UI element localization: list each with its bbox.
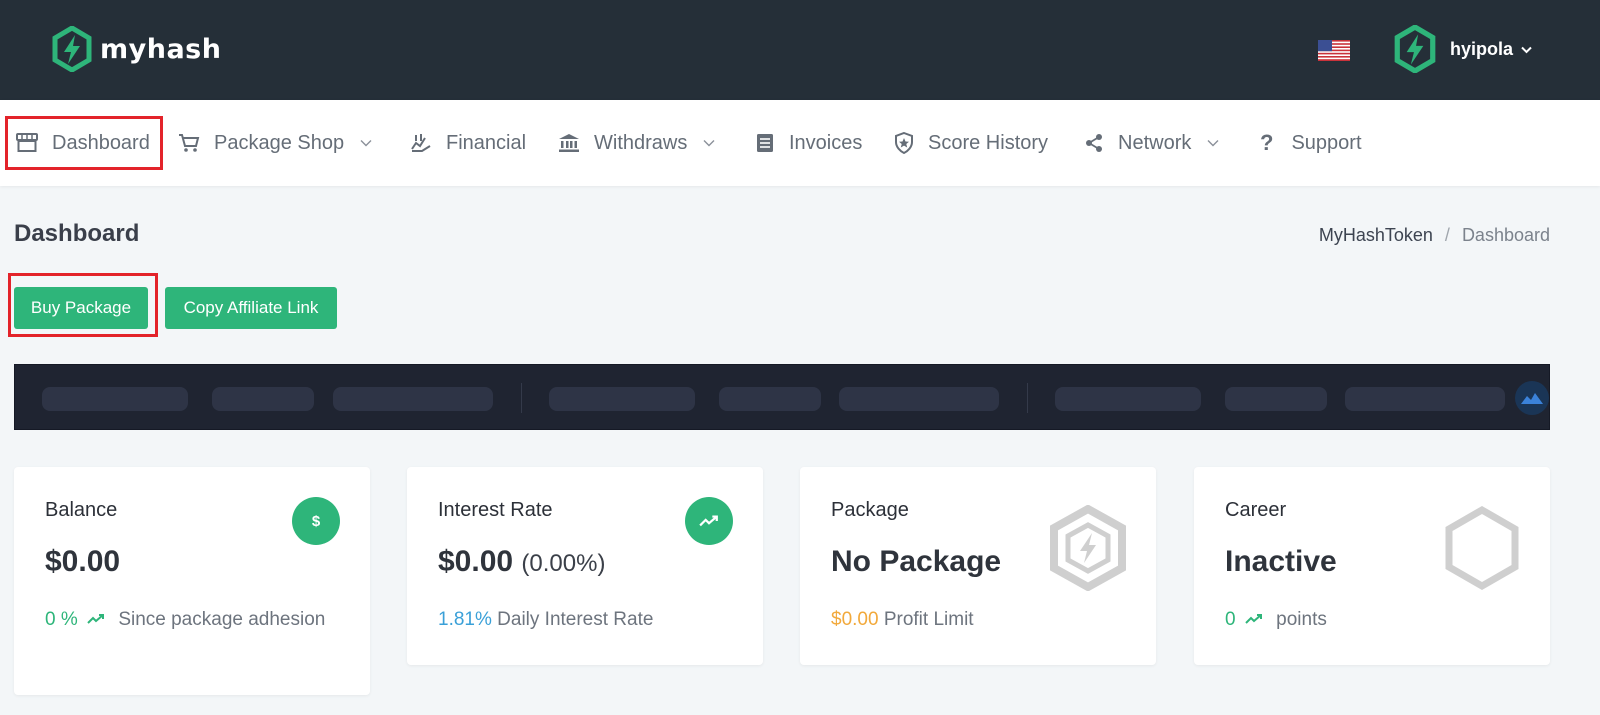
package-stat: $0.00 — [831, 609, 879, 630]
shield-star-icon — [895, 132, 913, 154]
nav-item-withdraws[interactable]: Withdraws — [558, 124, 729, 162]
hexagon-bolt-icon — [1050, 505, 1126, 591]
balance-foot-text: Since package adhesion — [118, 609, 326, 630]
breadcrumb-home[interactable]: MyHashToken — [1319, 225, 1433, 246]
bank-icon — [559, 134, 579, 152]
user-avatar-icon — [1394, 25, 1436, 73]
store-icon — [16, 133, 38, 152]
nav-item-dashboard[interactable]: Dashboard — [5, 116, 163, 170]
ticker-divider — [1027, 383, 1028, 413]
ticker-divider — [521, 383, 522, 413]
career-stat: 0 — [1225, 609, 1236, 630]
breadcrumb-current: Dashboard — [1461, 225, 1550, 245]
package-foot-text: Profit Limit — [883, 609, 974, 630]
ticker-placeholder — [1345, 387, 1505, 411]
balance-stat: 0 % — [45, 609, 78, 630]
card-title: Interest Rate — [438, 499, 553, 521]
chevron-down-icon — [1521, 43, 1532, 57]
user-menu[interactable]: hyipola — [1394, 24, 1532, 74]
card-title: Balance — [45, 499, 118, 521]
cloud-icon[interactable] — [1515, 381, 1549, 415]
dollar-icon: $ — [292, 497, 340, 545]
page-title: Dashboard — [14, 220, 140, 247]
share-icon — [1086, 134, 1102, 152]
interest-footnote: 1.81% Daily Interest Rate — [438, 605, 728, 635]
card-title: Package — [831, 499, 909, 521]
nav-item-financial[interactable]: Financial — [410, 124, 526, 162]
interest-value: $0.00 (0.00%) — [438, 545, 605, 579]
nav-label-financial: Financial — [446, 131, 527, 154]
interest-amount: $0.00 — [438, 545, 514, 578]
ticker-placeholder — [333, 387, 493, 411]
logo-bolt-icon — [52, 26, 92, 72]
interest-foot-text: Daily Interest Rate — [497, 609, 654, 630]
us-flag-icon[interactable] — [1318, 40, 1350, 61]
price-ticker — [14, 364, 1550, 430]
ticker-placeholder — [42, 387, 188, 411]
ticker-placeholder — [1055, 387, 1201, 411]
brand-name: myhash — [100, 33, 222, 65]
nav-item-score-history[interactable]: Score History — [894, 124, 1048, 162]
buy-package-button[interactable]: Buy Package — [14, 287, 148, 329]
breadcrumb: MyHashToken / Dashboard — [1319, 225, 1550, 246]
top-bar: myhash hyipola — [0, 0, 1600, 100]
nav-item-package-shop[interactable]: Package Shop — [178, 124, 386, 162]
nav-item-invoices[interactable]: Invoices — [755, 124, 862, 162]
interest-stat: 1.81% — [438, 609, 492, 630]
balance-card: Balance $ $0.00 0 % Since package adhesi… — [14, 467, 370, 695]
question-icon: ? — [1260, 130, 1274, 155]
nav-item-network[interactable]: Network — [1084, 124, 1233, 162]
nav-label-network: Network — [1118, 131, 1192, 154]
balance-value: $0.00 — [45, 545, 121, 578]
trending-up-icon — [1245, 614, 1262, 624]
balance-footnote: 0 % Since package adhesion — [45, 605, 335, 635]
ticker-placeholder — [1225, 387, 1327, 411]
main-nav: Dashboard Package Shop Financial Withdra… — [0, 100, 1600, 186]
card-title: Career — [1225, 499, 1287, 521]
career-footnote: 0 points — [1225, 605, 1515, 635]
package-value: No Package — [831, 545, 1002, 578]
ticker-placeholder — [549, 387, 695, 411]
chevron-down-icon — [360, 139, 386, 147]
nav-label-package-shop: Package Shop — [214, 131, 345, 154]
nav-label-withdraws: Withdraws — [594, 131, 688, 154]
nav-label-support: Support — [1291, 131, 1362, 154]
chart-hand-icon — [411, 134, 431, 152]
brand-logo[interactable]: myhash — [52, 26, 221, 72]
career-card: Career Inactive 0 points — [1194, 467, 1550, 665]
nav-item-support[interactable]: ? Support — [1260, 124, 1362, 162]
package-footnote: $0.00 Profit Limit — [831, 605, 1121, 635]
ticker-placeholder — [212, 387, 314, 411]
ticker-placeholder — [839, 387, 999, 411]
chevron-down-icon — [1207, 139, 1233, 147]
career-foot-text: points — [1276, 609, 1327, 630]
chevron-down-icon — [703, 139, 729, 147]
hexagon-icon — [1445, 505, 1519, 591]
nav-label-score-history: Score History — [928, 131, 1049, 154]
copy-affiliate-link-button[interactable]: Copy Affiliate Link — [165, 287, 337, 329]
cart-icon — [179, 134, 200, 152]
nav-label-dashboard: Dashboard — [52, 131, 150, 154]
career-value: Inactive — [1225, 545, 1337, 578]
ticker-placeholder — [719, 387, 821, 411]
user-name: hyipola — [1450, 38, 1514, 59]
trending-up-icon — [685, 497, 733, 545]
interest-percent: (0.00%) — [521, 550, 606, 577]
package-card: Package No Package $0.00 Profit Limit — [800, 467, 1156, 665]
document-icon — [757, 134, 773, 152]
nav-label-invoices: Invoices — [789, 131, 863, 154]
interest-rate-card: Interest Rate $0.00 (0.00%) 1.81% Daily … — [407, 467, 763, 665]
trending-up-icon — [87, 614, 105, 624]
breadcrumb-separator: / — [1444, 225, 1450, 245]
